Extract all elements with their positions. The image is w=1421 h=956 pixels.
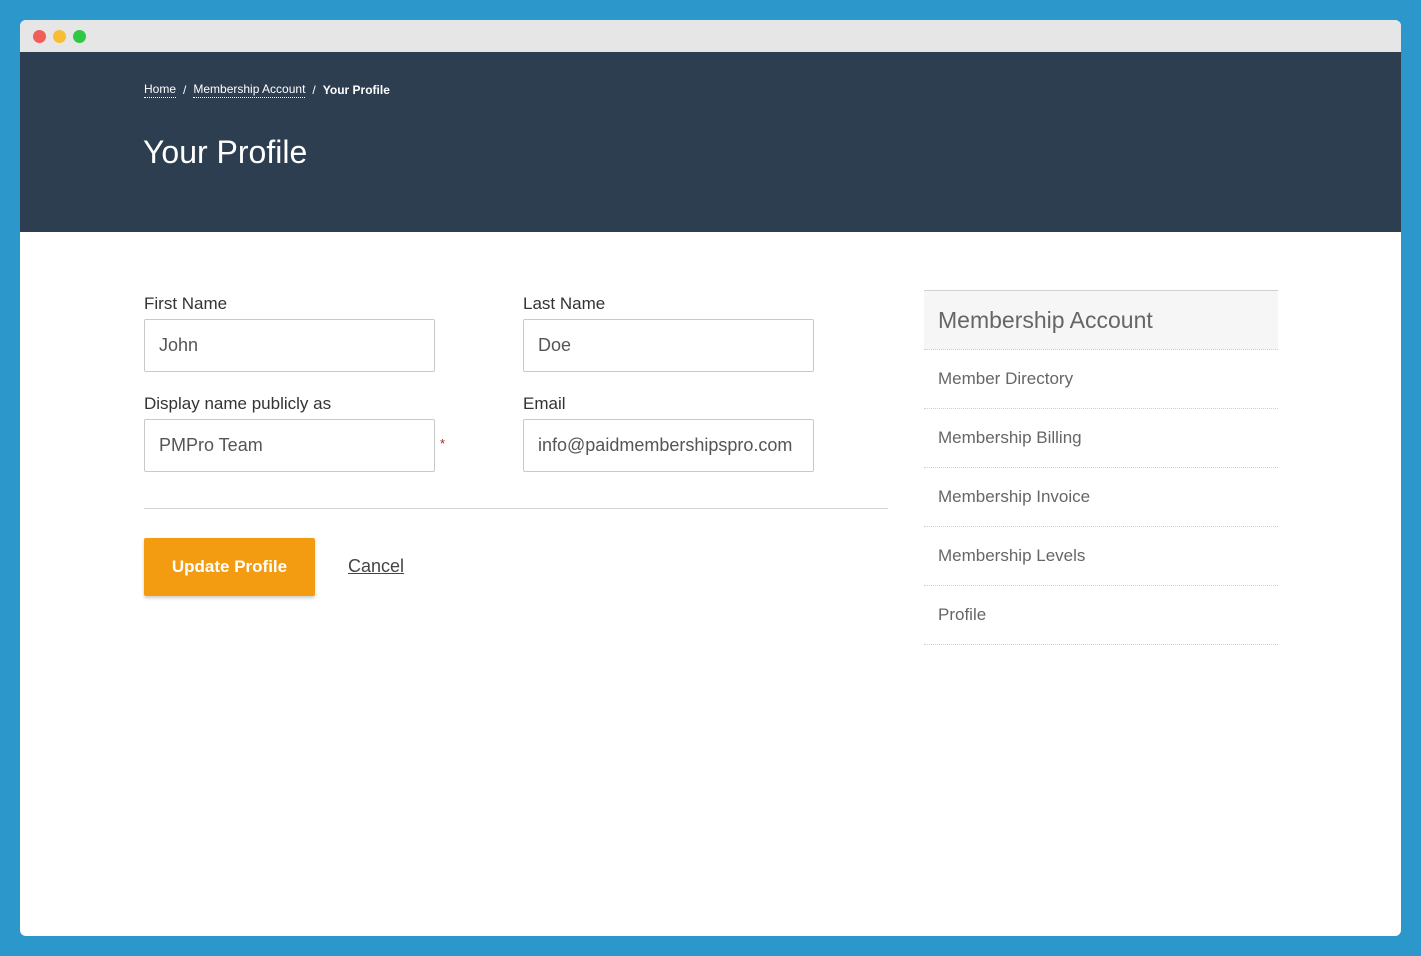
last-name-input[interactable] <box>523 319 814 372</box>
breadcrumb-separator: / <box>312 83 316 97</box>
email-label: Email <box>523 394 566 413</box>
first-name-input[interactable] <box>144 319 435 372</box>
window-titlebar <box>20 20 1401 52</box>
page-header: Home / Membership Account / Your Profile… <box>20 52 1401 232</box>
account-sidebar: Membership Account Member Directory Memb… <box>924 290 1278 645</box>
update-profile-button[interactable]: Update Profile <box>144 538 315 596</box>
sidebar-item-membership-billing[interactable]: Membership Billing <box>924 409 1278 468</box>
first-name-label: First Name <box>144 294 228 313</box>
breadcrumb-separator: / <box>183 83 187 97</box>
required-marker: * <box>440 436 446 451</box>
display-name-input[interactable] <box>144 419 435 472</box>
sidebar-title: Membership Account <box>924 291 1278 350</box>
main-content: First Name Last Name Display name public… <box>20 232 1401 936</box>
close-window-icon[interactable] <box>33 29 46 43</box>
page-title: Your Profile <box>143 134 308 170</box>
breadcrumb-current: Your Profile <box>322 83 390 97</box>
browser-window: Home / Membership Account / Your Profile… <box>20 20 1401 936</box>
sidebar-item-membership-invoice[interactable]: Membership Invoice <box>924 468 1278 527</box>
breadcrumb-account-link[interactable]: Membership Account <box>193 82 306 98</box>
sidebar-item-profile[interactable]: Profile <box>924 586 1278 645</box>
sidebar-item-membership-levels[interactable]: Membership Levels <box>924 527 1278 586</box>
sidebar-item-member-directory[interactable]: Member Directory <box>924 350 1278 409</box>
form-divider <box>144 508 888 509</box>
breadcrumb: Home / Membership Account / Your Profile <box>144 82 390 98</box>
display-name-label: Display name publicly as <box>144 394 332 413</box>
email-input[interactable] <box>523 419 814 472</box>
cancel-link[interactable]: Cancel <box>348 556 404 577</box>
maximize-window-icon[interactable] <box>73 29 86 43</box>
breadcrumb-home-link[interactable]: Home <box>144 82 177 98</box>
last-name-label: Last Name <box>523 294 606 313</box>
minimize-window-icon[interactable] <box>53 29 66 43</box>
